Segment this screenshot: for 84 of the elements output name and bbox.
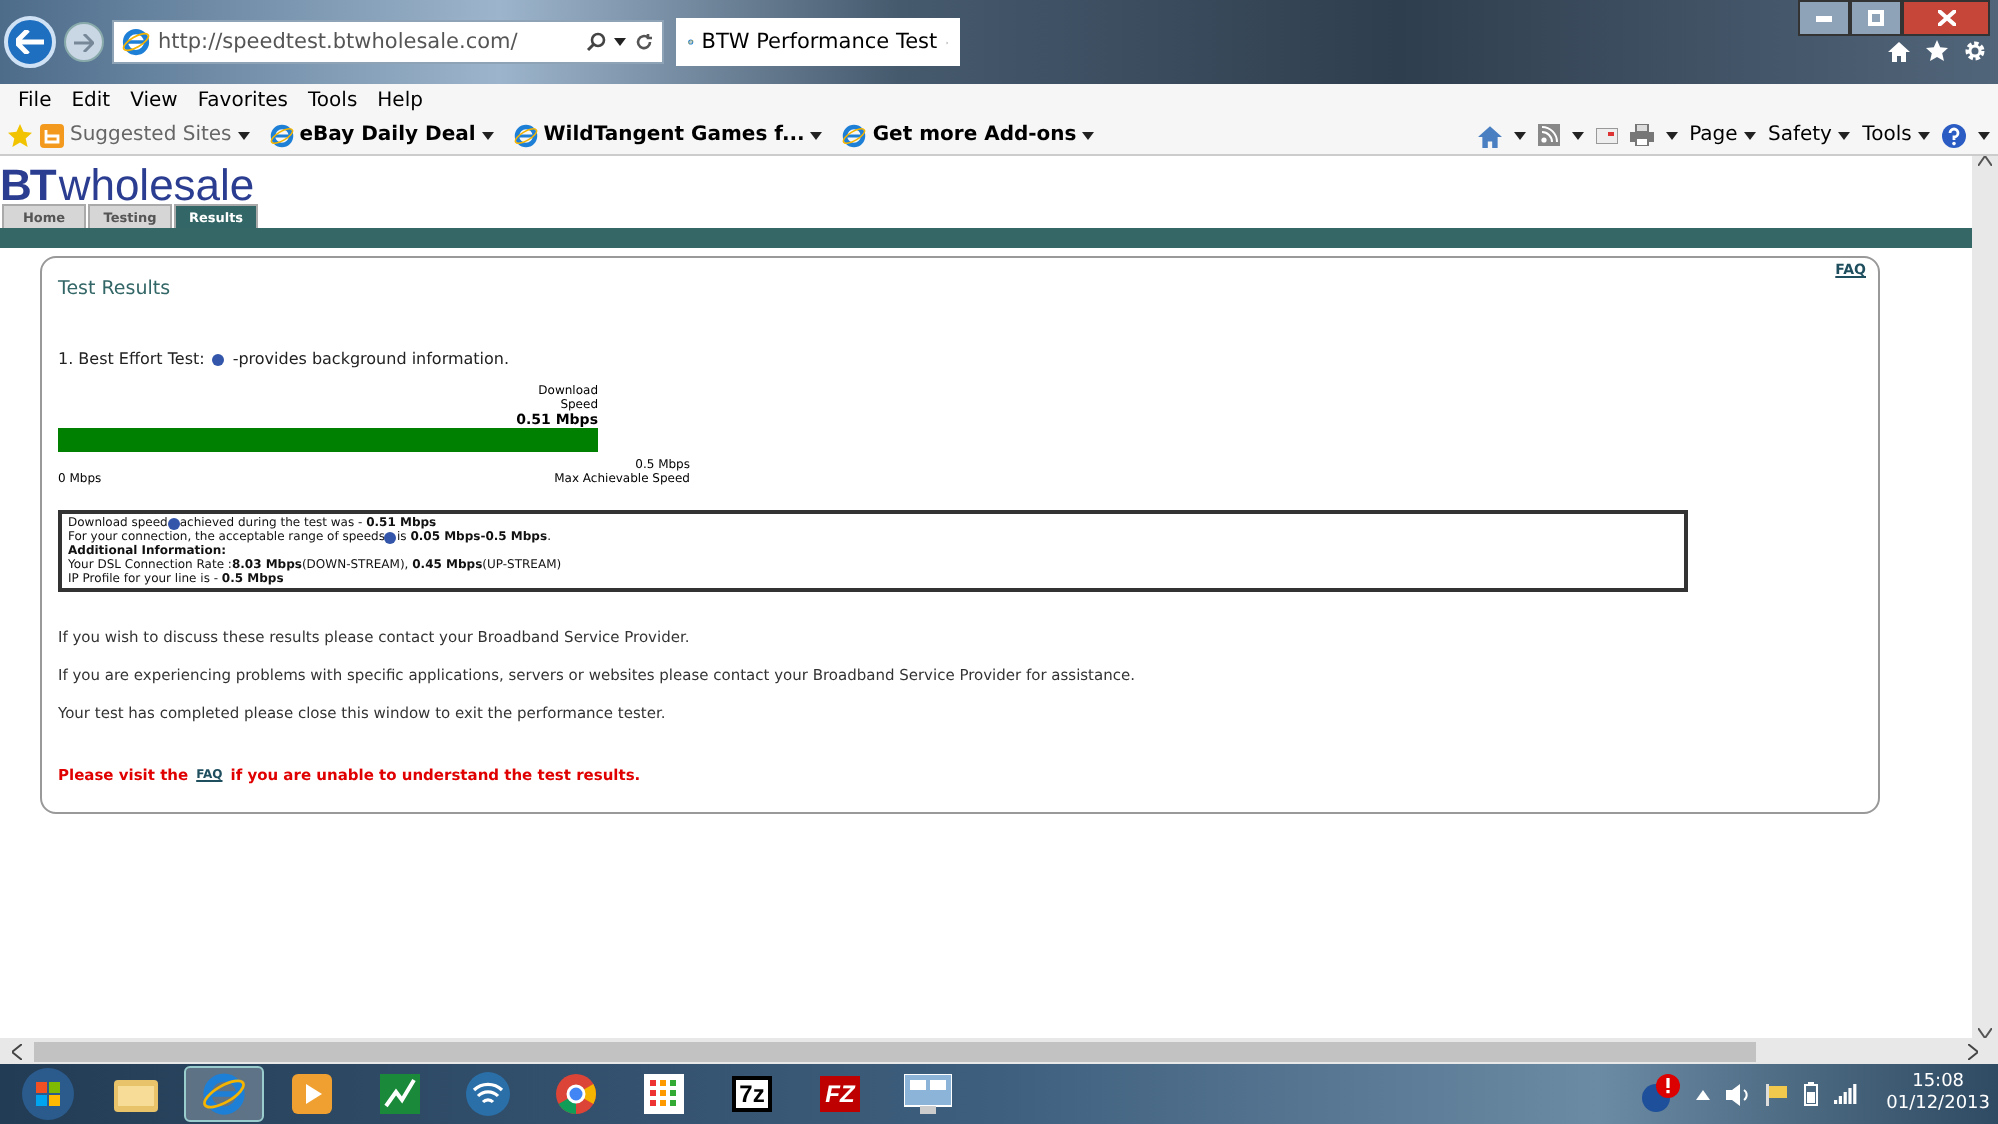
restore-button[interactable] bbox=[1850, 0, 1902, 36]
scroll-up-icon[interactable] bbox=[1978, 156, 1992, 166]
printer-icon[interactable] bbox=[1629, 124, 1654, 146]
taskbar-app[interactable]: 7z bbox=[712, 1066, 792, 1122]
close-button[interactable] bbox=[1902, 0, 1990, 36]
forward-button[interactable] bbox=[64, 22, 104, 62]
command-menu[interactable]: Safety bbox=[1767, 124, 1851, 146]
bookmark-link[interactable]: Suggested Sites bbox=[32, 123, 262, 147]
remote-desktop-icon bbox=[904, 1074, 952, 1114]
battery-icon[interactable] bbox=[1804, 1082, 1819, 1106]
site-logo: BTwholesale bbox=[0, 168, 257, 204]
search-icon[interactable] bbox=[586, 32, 606, 52]
caret-icon bbox=[1978, 131, 1990, 139]
menu-item[interactable]: View bbox=[120, 89, 188, 111]
menu-item[interactable]: Help bbox=[367, 89, 433, 111]
show-hidden-icon[interactable] bbox=[1696, 1089, 1711, 1099]
caret-icon bbox=[614, 38, 626, 46]
vertical-scrollbar[interactable] bbox=[1972, 156, 1998, 1038]
menu-item[interactable]: File bbox=[8, 89, 62, 111]
folder-icon bbox=[114, 1076, 158, 1112]
mail-icon[interactable] bbox=[1595, 127, 1618, 143]
feed-icon[interactable] bbox=[1537, 124, 1560, 146]
clock-time: 15:08 bbox=[1912, 1072, 1965, 1094]
menu-item[interactable]: Favorites bbox=[187, 89, 299, 111]
caret-icon bbox=[1082, 131, 1095, 139]
taskbar-app[interactable]: FZ bbox=[800, 1066, 880, 1122]
test-title: 1. Best Effort Test: bbox=[58, 350, 205, 368]
restore-icon bbox=[1868, 10, 1884, 26]
scroll-thumb[interactable] bbox=[34, 1041, 1756, 1061]
ftp-logo: FZ bbox=[819, 1076, 861, 1112]
play-icon bbox=[292, 1074, 332, 1114]
chrome-icon bbox=[556, 1074, 596, 1114]
flag-icon[interactable] bbox=[1766, 1083, 1789, 1105]
wifi-icon bbox=[466, 1072, 510, 1116]
alert-icon[interactable] bbox=[1640, 1074, 1681, 1114]
caret-icon bbox=[1513, 131, 1526, 139]
info-icon[interactable] bbox=[167, 517, 180, 529]
scroll-right-icon[interactable] bbox=[1968, 1043, 1978, 1059]
minimize-button[interactable] bbox=[1798, 0, 1850, 36]
signal-icon[interactable] bbox=[1834, 1084, 1859, 1104]
suggested-sites-icon bbox=[40, 123, 64, 147]
chart-icon bbox=[380, 1074, 420, 1114]
back-arrow-icon bbox=[16, 30, 44, 54]
windows-logo-icon bbox=[22, 1068, 74, 1120]
minimize-icon bbox=[1816, 15, 1832, 21]
bookmark-link[interactable]: eBay Daily Deal bbox=[261, 123, 506, 147]
menu-item[interactable]: Edit bbox=[61, 89, 121, 111]
back-button[interactable] bbox=[4, 16, 56, 68]
browser-tab[interactable]: BTW Performance Test bbox=[676, 18, 960, 66]
info-icon[interactable] bbox=[384, 531, 397, 543]
caret-icon bbox=[810, 131, 823, 139]
help-icon[interactable] bbox=[1942, 123, 1966, 147]
caret-icon bbox=[1665, 131, 1678, 139]
section-heading: Test Results bbox=[58, 278, 173, 300]
caret-icon bbox=[1838, 132, 1851, 140]
bookmark-link[interactable]: WildTangent Games f... bbox=[505, 123, 835, 147]
app-grid-icon bbox=[644, 1074, 684, 1114]
home-icon[interactable] bbox=[1888, 40, 1910, 62]
settings-icon[interactable] bbox=[1964, 40, 1986, 62]
star-icon[interactable] bbox=[1926, 40, 1948, 62]
scroll-left-icon[interactable] bbox=[12, 1043, 22, 1059]
archiver-logo: 7z bbox=[731, 1076, 773, 1112]
info-icon[interactable] bbox=[212, 353, 225, 365]
favorites-star-icon[interactable] bbox=[8, 123, 32, 147]
home-icon[interactable] bbox=[1477, 123, 1502, 147]
caret-icon bbox=[237, 131, 250, 139]
refresh-icon[interactable] bbox=[634, 32, 654, 52]
clock-date: 01/12/2013 bbox=[1886, 1094, 1990, 1116]
horizontal-scrollbar[interactable] bbox=[0, 1038, 1998, 1064]
bookmark-link[interactable]: Get more Add-ons bbox=[834, 123, 1107, 147]
address-bar[interactable]: http://speedtest.btwholesale.com/ bbox=[112, 20, 664, 64]
caret-icon bbox=[1571, 131, 1584, 139]
caret-icon bbox=[1743, 132, 1756, 140]
caret-icon bbox=[1918, 132, 1930, 140]
menu-item[interactable]: Tools bbox=[298, 89, 368, 111]
speaker-icon[interactable] bbox=[1726, 1083, 1751, 1105]
command-menu[interactable]: Tools bbox=[1862, 124, 1930, 146]
forward-arrow-icon bbox=[74, 33, 94, 51]
scroll-down-icon[interactable] bbox=[1978, 1028, 1992, 1038]
url-text: http://speedtest.btwholesale.com/ bbox=[158, 30, 520, 54]
caret-icon bbox=[481, 131, 494, 139]
command-menu[interactable]: Page bbox=[1689, 124, 1756, 146]
tab-title: BTW Performance Test bbox=[701, 30, 938, 54]
test-description: -provides background information. bbox=[232, 350, 510, 368]
